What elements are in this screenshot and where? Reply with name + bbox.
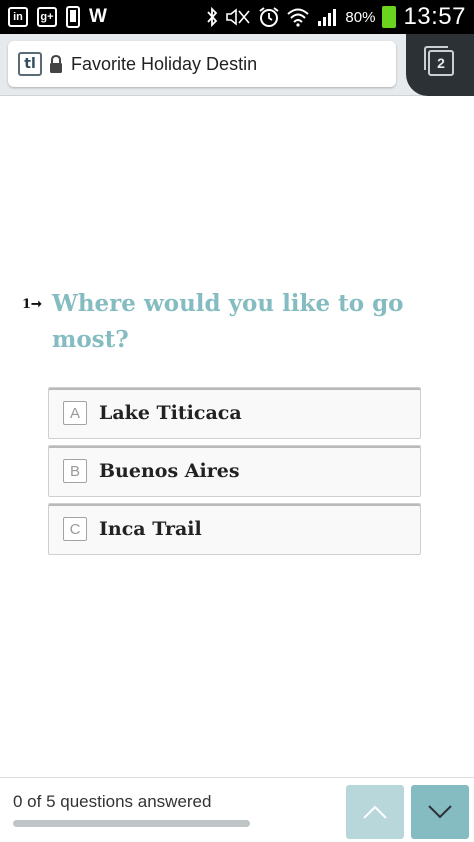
tabs-button[interactable]: 2	[406, 34, 474, 96]
progress-text: 0 of 5 questions answered	[13, 792, 212, 811]
status-left-icons: in g+ W	[8, 6, 107, 28]
status-bar: in g+ W 80% 13:57	[0, 0, 474, 34]
question-text: Where would you like to go most?	[52, 290, 404, 353]
battery-icon	[382, 6, 397, 28]
chevron-up-icon	[363, 805, 387, 819]
alarm-icon	[259, 7, 280, 27]
address-bar[interactable]: tl Favorite Holiday Destin	[8, 41, 396, 87]
tab-count: 2	[424, 46, 454, 76]
choice-a[interactable]: A Lake Titicaca	[48, 387, 421, 439]
bluetooth-icon	[207, 7, 218, 27]
progress-bar	[13, 820, 250, 827]
progress-footer: 0 of 5 questions answered	[0, 777, 474, 842]
w-icon: W	[89, 6, 107, 27]
choice-label: Buenos Aires	[99, 460, 240, 482]
choice-b[interactable]: B Buenos Aires	[48, 445, 421, 497]
wifi-icon	[287, 8, 310, 27]
mute-icon	[226, 8, 251, 26]
browser-toolbar: tl Favorite Holiday Destin 2	[0, 34, 474, 96]
linkedin-icon: in	[8, 7, 28, 27]
choice-key: B	[63, 459, 87, 483]
google-plus-icon: g+	[37, 7, 57, 27]
phone-icon	[66, 6, 80, 28]
site-favicon-icon: tl	[18, 52, 42, 76]
choice-key: C	[63, 517, 87, 541]
choice-label: Lake Titicaca	[99, 402, 242, 424]
lock-icon	[50, 54, 62, 73]
choice-c[interactable]: C Inca Trail	[48, 503, 421, 555]
signal-icon	[318, 9, 337, 26]
question-number: 1➞	[22, 297, 42, 312]
choice-list: A Lake Titicaca B Buenos Aires C Inca Tr…	[48, 387, 421, 561]
status-right-icons: 80% 13:57	[206, 3, 466, 31]
chevron-down-icon	[428, 805, 452, 819]
status-time: 13:57	[403, 3, 466, 30]
battery-percent: 80%	[345, 8, 376, 26]
choice-label: Inca Trail	[99, 518, 202, 540]
choice-key: A	[63, 401, 87, 425]
previous-question-button[interactable]	[346, 785, 404, 839]
page-title: Favorite Holiday Destin	[71, 53, 258, 74]
next-question-button[interactable]	[411, 785, 469, 839]
